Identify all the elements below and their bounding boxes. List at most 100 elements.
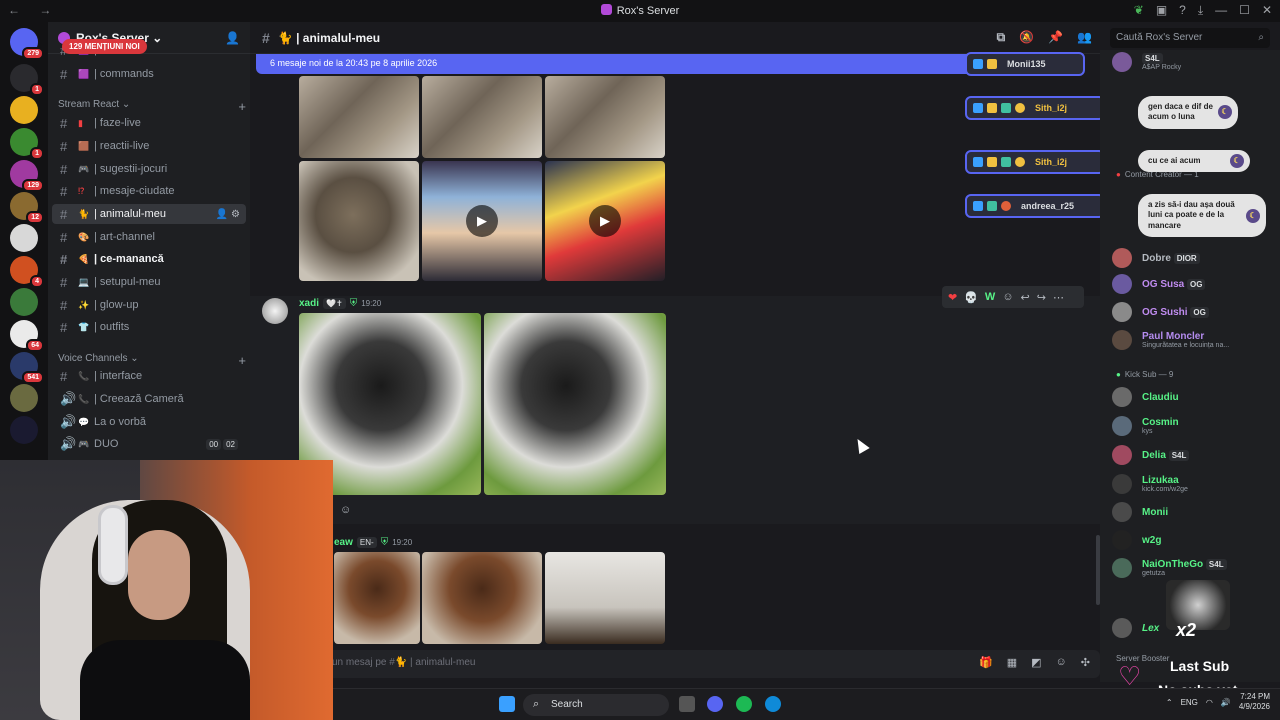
spotify-icon[interactable]	[736, 696, 752, 712]
server-icon[interactable]: 64	[10, 320, 44, 352]
skull-reaction-icon[interactable]: 💀	[964, 291, 978, 304]
member-item[interactable]: OG Sushi OG	[1112, 300, 1280, 324]
volume-icon[interactable]: 🔊	[1221, 698, 1231, 707]
sticker-icon[interactable]: ◩	[1031, 656, 1041, 669]
invite-icon[interactable]: 👤	[225, 31, 240, 45]
voice-channel-la-o-vorba[interactable]: 🔊 💬 La o vorbă	[52, 412, 246, 432]
attachment-image[interactable]	[334, 552, 420, 644]
minimize-button[interactable]: —	[1215, 3, 1227, 18]
server-icon[interactable]: 4	[10, 256, 44, 288]
member-item[interactable]: Paul Moncler Singurătatea e locuința na..…	[1112, 328, 1280, 352]
channel-ce-manancă[interactable]: # 🍕 | ce-manancă	[52, 249, 246, 269]
leaf-icon[interactable]: ❦	[1134, 3, 1144, 18]
reply-icon[interactable]: ↩	[1021, 291, 1030, 304]
edge-icon[interactable]	[765, 696, 781, 712]
server-icon[interactable]	[10, 384, 38, 412]
chevron-up-icon[interactable]: ⌃	[1166, 698, 1173, 707]
channel-sugestii-jocuri[interactable]: # 🎮 | sugestii-jocuri	[52, 159, 246, 179]
attachment-image[interactable]	[422, 76, 542, 158]
server-icon[interactable]	[10, 224, 38, 252]
server-icon[interactable]	[10, 96, 38, 124]
attachment-image[interactable]	[545, 76, 665, 158]
category-stream-react[interactable]: Stream React ⌄ +	[58, 99, 246, 114]
username[interactable]: xadi	[299, 298, 319, 309]
forward-icon[interactable]: ↪	[1037, 291, 1046, 304]
member-item[interactable]: OG Susa OG	[1112, 272, 1280, 296]
avatar[interactable]	[262, 298, 288, 324]
add-reaction-icon[interactable]: ☺	[1002, 291, 1013, 303]
timestamp: 19:20	[392, 538, 413, 547]
search-input[interactable]: Caută Rox's Server ⌕	[1110, 28, 1270, 48]
attachment-image[interactable]	[484, 313, 666, 495]
attachment-image[interactable]	[299, 161, 419, 281]
new-messages-bar[interactable]: 6 mesaje noi de la 20:43 pe 8 aprilie 20…	[256, 54, 1064, 74]
member-item[interactable]: Claudiu	[1112, 385, 1280, 409]
member-list-icon[interactable]: 👥	[1077, 30, 1092, 45]
taskbar-search[interactable]: ⌕ Search	[523, 694, 669, 716]
language-indicator[interactable]: ENG	[1181, 698, 1198, 707]
channel-reactii-live[interactable]: # 🟫 | reactii-live	[52, 136, 246, 156]
channel-glow-up[interactable]: # ✨ | glow-up	[52, 295, 246, 315]
heart-reaction-icon[interactable]: ❤	[948, 291, 957, 304]
username[interactable]: eaw	[334, 537, 353, 548]
emoji-icon[interactable]: ☺	[1056, 656, 1067, 669]
server-icon[interactable]: 12	[10, 192, 44, 224]
channel-outfits[interactable]: # 👕 | outfits	[52, 317, 246, 337]
mute-icon[interactable]: 🔕	[1019, 30, 1034, 45]
close-button[interactable]: ✕	[1262, 3, 1272, 18]
channel-commands[interactable]: # 🟪 | commands	[52, 64, 246, 84]
add-reaction-icon[interactable]: ☺	[340, 504, 351, 516]
title-bar: ← → Rox's Server ❦ ▣ ? ⤓ — ☐ ✕	[0, 0, 1280, 22]
server-icon[interactable]	[10, 288, 38, 316]
member-item[interactable]: Cosmin kys	[1112, 414, 1280, 438]
more-icon[interactable]: ⋯	[1053, 291, 1064, 304]
channel-mesaje-ciudate[interactable]: # ⁉ | mesaje-ciudate	[52, 181, 246, 201]
download-icon[interactable]: ⤓	[1198, 3, 1203, 18]
play-icon[interactable]: ▶	[589, 205, 621, 237]
task-view-icon[interactable]	[679, 696, 695, 712]
maximize-button[interactable]: ☐	[1239, 3, 1250, 18]
home-button[interactable]: 279	[10, 28, 44, 60]
wifi-icon[interactable]: ◠	[1206, 698, 1213, 707]
attachment-image[interactable]	[422, 552, 542, 644]
attachment-video[interactable]: ▶	[422, 161, 542, 281]
channel-animalul-meu[interactable]: # 🐈 | animalul-meu 👤 ⚙	[52, 204, 246, 224]
server-icon[interactable]	[10, 416, 38, 444]
help-icon[interactable]: ?	[1179, 3, 1186, 18]
attachment-image[interactable]	[299, 76, 419, 158]
message-composer[interactable]: un mesaj pe #🐈 | animalul-meu 🎁 ▦ ◩ ☺ ✣	[250, 650, 1100, 678]
member-item[interactable]: Lizukaa kick.com/w2ge	[1112, 472, 1280, 496]
server-rail: 279 1 1 129 12 4 64 541	[0, 22, 48, 462]
attachment-video[interactable]: ▶	[545, 161, 665, 281]
settings-icon[interactable]: 👤 ⚙	[216, 209, 240, 220]
threads-icon[interactable]: ⧉	[997, 30, 1006, 45]
voice-channel-creeaza-camera[interactable]: 🔊 📞 | Creează Cameră	[52, 389, 246, 409]
new-mentions-pill[interactable]: 129 MENȚIUNI NOI	[62, 39, 147, 54]
windows-start-icon[interactable]	[499, 696, 515, 712]
voice-channel-interface[interactable]: # 📞 | interface	[52, 366, 246, 386]
member-item[interactable]: Dobre DIOR	[1112, 246, 1280, 270]
server-icon[interactable]: 129	[10, 160, 44, 192]
clock[interactable]: 7:24 PM 4/9/2026	[1239, 692, 1270, 712]
inbox-icon[interactable]: ▣	[1156, 3, 1167, 18]
discord-icon[interactable]	[707, 696, 723, 712]
channel-art-channel[interactable]: # 🎨 | art-channel	[52, 227, 246, 247]
attachment-image[interactable]	[545, 552, 665, 644]
channel-faze-live[interactable]: # ▮ | faze-live	[52, 113, 246, 133]
w-reaction-icon[interactable]: W	[985, 291, 995, 303]
member-item[interactable]: Delia S4L	[1112, 443, 1280, 467]
member-item[interactable]: w2g	[1112, 528, 1280, 552]
server-icon[interactable]: 1	[10, 64, 44, 96]
gift-icon[interactable]: 🎁	[979, 656, 993, 669]
channel-setupul-meu[interactable]: # 💻 | setupul-meu	[52, 272, 246, 292]
member-item[interactable]: S4L A$AP Rocky	[1112, 50, 1280, 74]
play-icon[interactable]: ▶	[466, 205, 498, 237]
gif-icon[interactable]: ▦	[1007, 656, 1017, 669]
member-item[interactable]: Monii	[1112, 500, 1280, 524]
server-icon[interactable]: 1	[10, 128, 44, 160]
member-item[interactable]: NaiOnTheGo S4L getutza	[1112, 556, 1280, 580]
voice-channel-duo[interactable]: 🔊 🎮 DUO 00 02	[52, 434, 246, 454]
apps-icon[interactable]: ✣	[1081, 656, 1090, 669]
server-icon[interactable]: 541	[10, 352, 44, 384]
pin-icon[interactable]: 📌	[1048, 30, 1063, 45]
